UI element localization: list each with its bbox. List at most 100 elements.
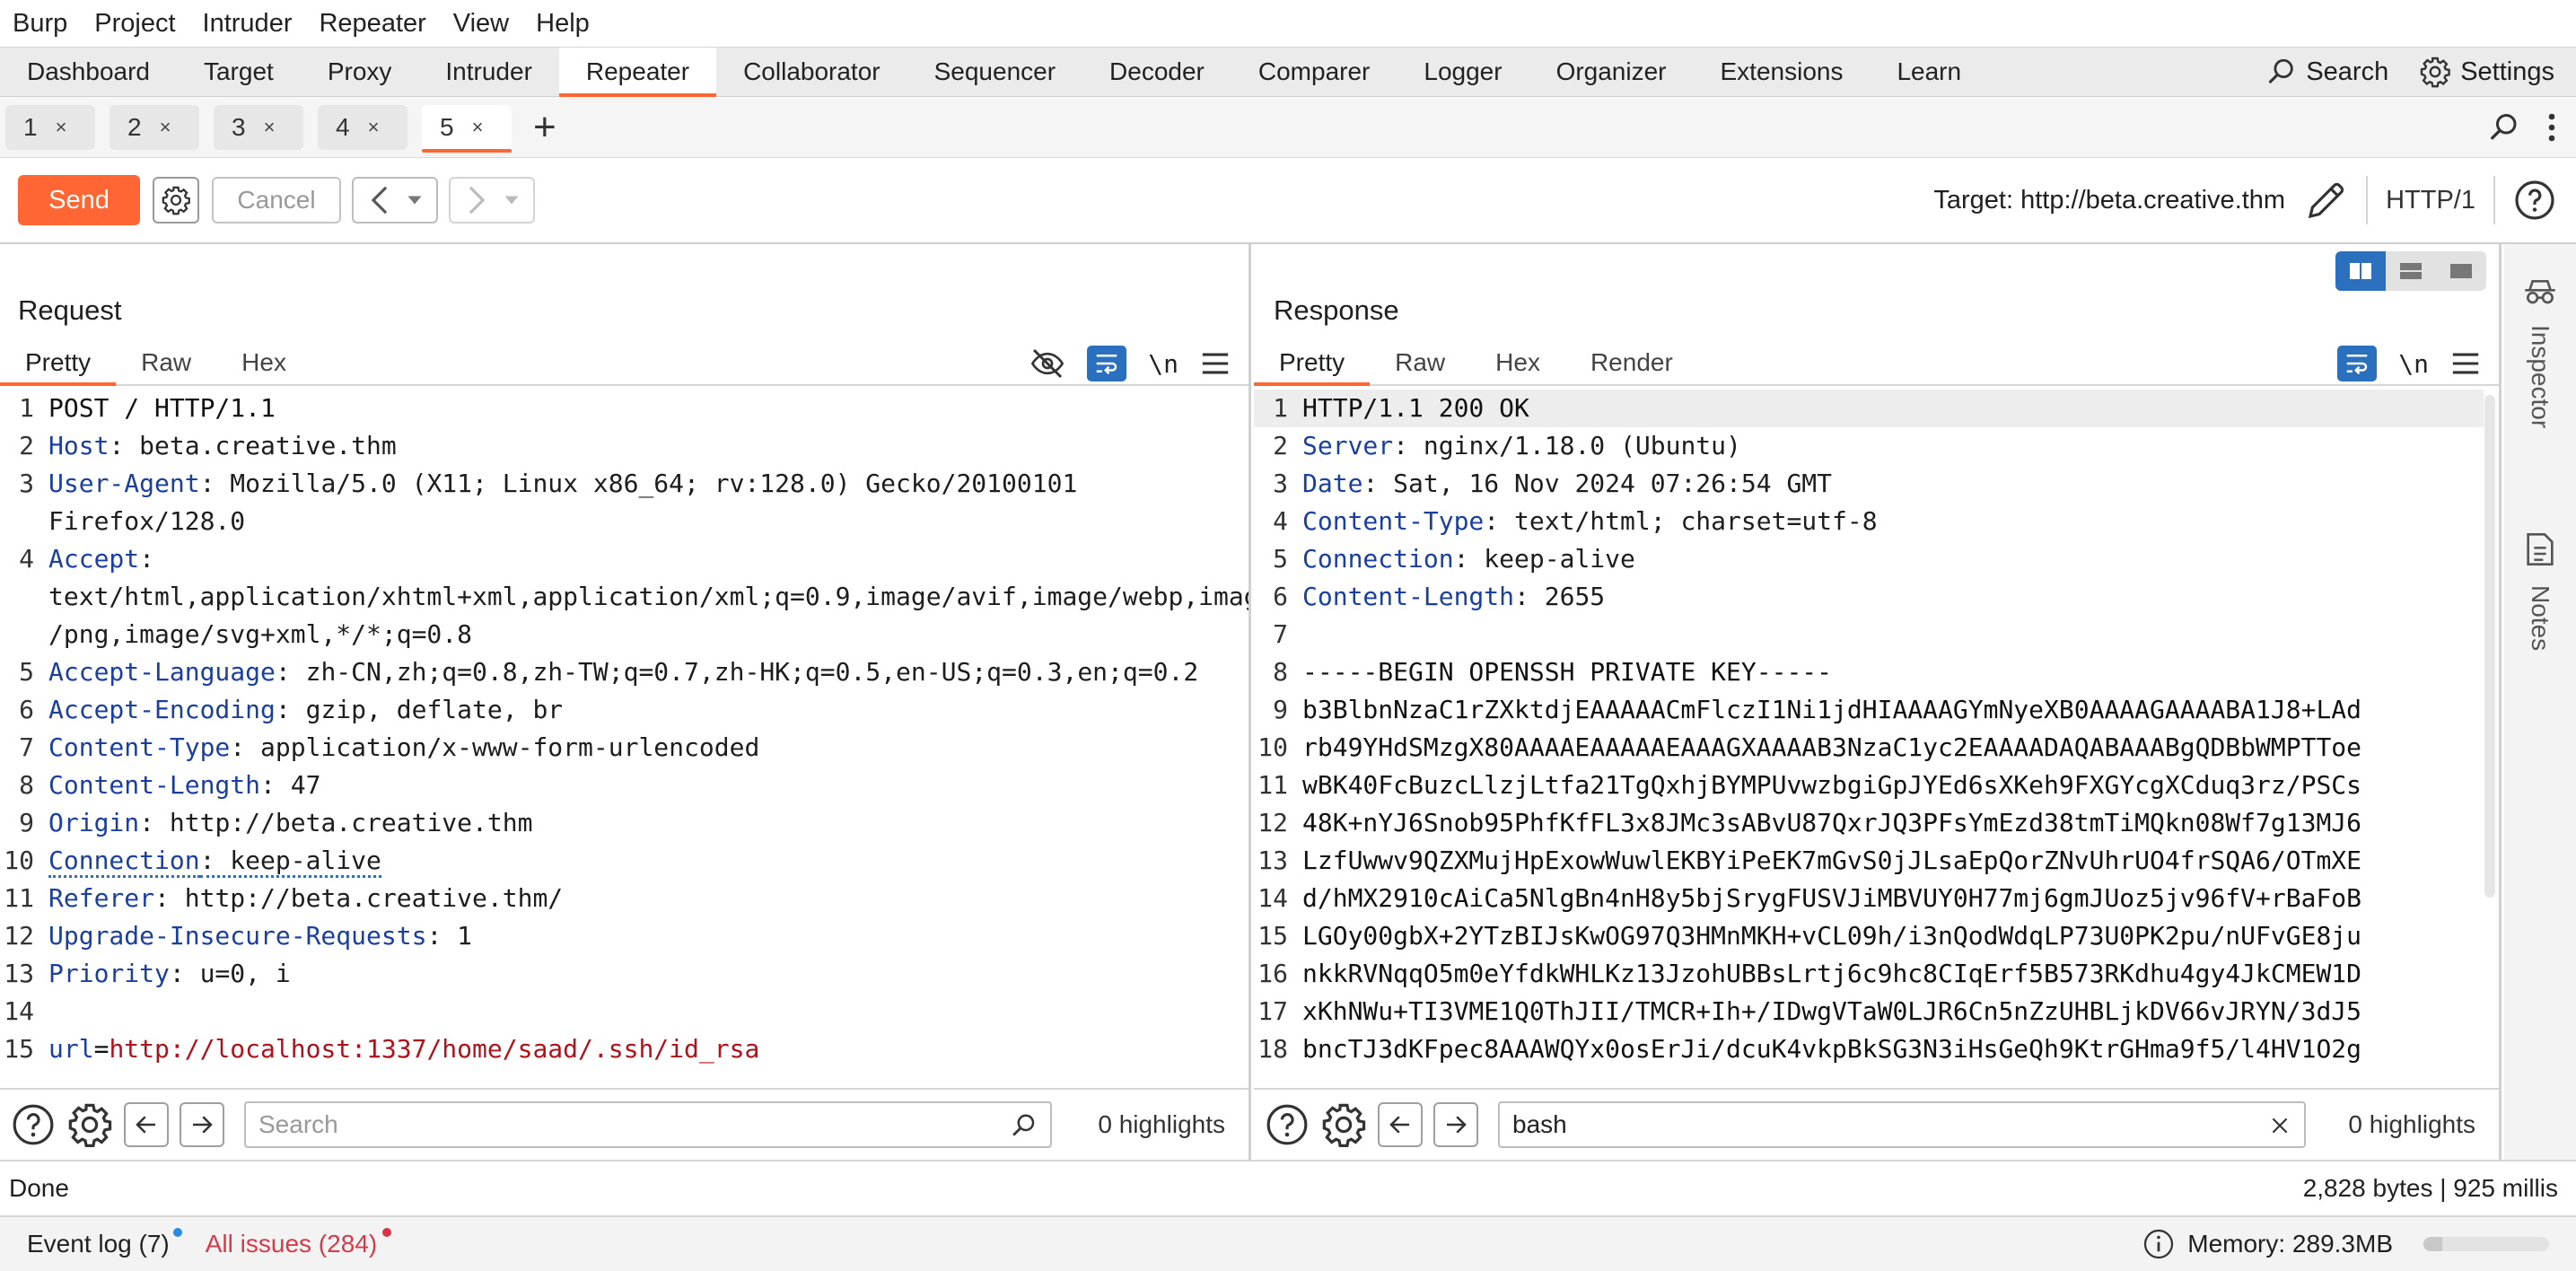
header-name: Content-Length — [48, 770, 261, 800]
menu-view[interactable]: View — [453, 9, 509, 39]
request-tab-raw[interactable]: Raw — [116, 341, 216, 384]
close-tab-icon[interactable]: × — [472, 116, 484, 139]
tab-dashboard[interactable]: Dashboard — [0, 48, 177, 96]
close-tab-icon[interactable]: × — [160, 116, 171, 139]
text-token: b3BlbnNzaC1rZXktdjEAAAAACmFlczI1Ni1jdHIA… — [1302, 695, 2362, 724]
code-line: 15 url=http://localhost:1337/home/saad/.s… — [0, 1030, 1249, 1066]
search-icon[interactable] — [2488, 111, 2520, 144]
response-search-input[interactable]: bash — [1498, 1101, 2306, 1148]
word-wrap-toggle[interactable] — [2337, 346, 2378, 381]
close-tab-icon[interactable]: × — [368, 116, 380, 139]
repeater-tab-3[interactable]: 3 × — [214, 104, 303, 150]
request-title: Request — [18, 294, 122, 326]
previous-match-button[interactable] — [1378, 1102, 1423, 1147]
tab-sequencer[interactable]: Sequencer — [907, 48, 1082, 96]
all-issues-button[interactable]: All issues (284) — [206, 1228, 392, 1258]
repeater-tab-2[interactable]: 2 × — [110, 104, 199, 150]
header-value: text/html,application/xhtml+xml,applicat… — [48, 582, 1249, 611]
line-number: 12 — [4, 921, 34, 951]
tab-repeater[interactable]: Repeater — [558, 48, 717, 97]
tab-proxy[interactable]: Proxy — [301, 48, 419, 96]
code-line: /png,image/svg+xml,*/*;q=0.8 — [0, 616, 1249, 653]
response-tab-pretty[interactable]: Pretty — [1254, 341, 1371, 386]
show-newlines-toggle[interactable]: \n — [1148, 349, 1178, 379]
hamburger-menu-icon[interactable] — [1200, 350, 1231, 377]
inspector-toggle[interactable]: Inspector — [2504, 276, 2576, 428]
previous-match-button[interactable] — [124, 1102, 169, 1147]
line-number: 10 — [4, 846, 34, 875]
line-number: 11 — [4, 883, 34, 913]
next-match-button[interactable] — [1433, 1102, 1478, 1147]
hamburger-menu-icon[interactable] — [2450, 350, 2481, 377]
repeater-tab-1[interactable]: 1 × — [5, 104, 95, 150]
tab-organizer[interactable]: Organizer — [1529, 48, 1694, 96]
response-scrollbar[interactable] — [2484, 395, 2495, 898]
layout-stacked-button[interactable] — [2386, 251, 2436, 291]
http-version-toggle[interactable]: HTTP/1 — [2386, 186, 2475, 215]
next-match-button[interactable] — [180, 1102, 224, 1147]
tab-extensions[interactable]: Extensions — [1694, 48, 1871, 96]
code-line: 3 Date: Sat, 16 Nov 2024 07:26:54 GMT — [1254, 465, 2484, 503]
menu-intruder[interactable]: Intruder — [203, 9, 293, 39]
tab-learn[interactable]: Learn — [1870, 48, 1988, 96]
cancel-button[interactable]: Cancel — [212, 177, 341, 224]
request-editor[interactable]: 1 POST / HTTP/1.1 2 Host: beta.creative.thm… — [0, 390, 1249, 1066]
send-button[interactable]: Send — [18, 175, 140, 225]
memory-label: Memory: 289.3MB — [2187, 1230, 2393, 1258]
close-tab-icon[interactable]: × — [56, 116, 67, 139]
response-tab-hex[interactable]: Hex — [1470, 341, 1565, 384]
header-name: Priority — [48, 959, 170, 988]
word-wrap-toggle[interactable] — [1087, 346, 1127, 381]
menu-project[interactable]: Project — [94, 9, 175, 39]
rows-layout-icon — [2400, 263, 2422, 279]
add-tab-button[interactable]: + — [533, 107, 556, 147]
code-line: 14 d/hMX2910cAiCa5NlgBn4nH8y5bjSrygFUSVJi… — [1254, 880, 2484, 917]
kebab-menu-icon[interactable] — [2547, 111, 2556, 144]
layout-side-by-side-button[interactable] — [2335, 251, 2386, 291]
help-icon[interactable] — [1265, 1102, 1310, 1147]
notes-toggle[interactable]: Notes — [2504, 531, 2576, 651]
menu-repeater[interactable]: Repeater — [319, 9, 425, 39]
line-content: Accept-Language: zh-CN,zh;q=0.8,zh-TW;q=… — [39, 653, 1198, 691]
help-icon[interactable] — [11, 1102, 56, 1147]
edit-pencil-icon[interactable] — [2305, 179, 2348, 222]
show-newlines-toggle[interactable]: \n — [2398, 349, 2429, 379]
arrow-left-icon — [136, 1116, 155, 1134]
text-token: LzfUwwv9QZXMujHpExowWuwlEKBYiPeEK7mGvS0j… — [1302, 846, 2362, 875]
gear-icon[interactable] — [1320, 1101, 1367, 1148]
help-icon[interactable] — [2513, 179, 2556, 222]
hide-eye-icon[interactable] — [1030, 346, 1065, 381]
repeater-tab-label: 3 — [232, 112, 246, 141]
tab-logger[interactable]: Logger — [1397, 48, 1529, 96]
response-tab-render[interactable]: Render — [1565, 341, 1698, 384]
global-settings-button[interactable]: Settings — [2419, 56, 2554, 88]
repeater-tab-4[interactable]: 4 × — [318, 104, 407, 150]
tab-intruder[interactable]: Intruder — [418, 48, 559, 96]
tab-target[interactable]: Target — [177, 48, 301, 96]
request-tab-hex[interactable]: Hex — [216, 341, 311, 384]
history-back-button[interactable] — [352, 177, 438, 224]
clear-x-icon[interactable] — [2268, 1114, 2291, 1137]
event-log-button[interactable]: Event log (7) — [27, 1228, 182, 1258]
response-tab-raw[interactable]: Raw — [1370, 341, 1470, 384]
code-line: 6 Content-Length: 2655 — [1254, 578, 2484, 616]
history-forward-button[interactable] — [449, 177, 535, 224]
tab-decoder[interactable]: Decoder — [1082, 48, 1231, 96]
request-search-input[interactable]: Search — [244, 1101, 1052, 1148]
response-editor[interactable]: 1 HTTP/1.1 200 OK 2 Server: nginx/1.18.0 (U… — [1254, 390, 2484, 1066]
layout-tabbed-button[interactable] — [2436, 251, 2486, 291]
global-settings-label: Settings — [2460, 57, 2554, 86]
repeater-tab-5[interactable]: 5 × — [422, 104, 512, 153]
request-tab-pretty[interactable]: Pretty — [0, 341, 117, 386]
send-settings-button[interactable] — [153, 177, 199, 224]
line-content: Accept: — [39, 540, 154, 578]
header-name: Accept — [48, 544, 140, 574]
menu-help[interactable]: Help — [536, 9, 590, 39]
close-tab-icon[interactable]: × — [264, 116, 276, 139]
code-line: 14 — [0, 993, 1249, 1030]
menu-burp[interactable]: Burp — [13, 9, 67, 39]
tab-collaborator[interactable]: Collaborator — [716, 48, 907, 96]
gear-icon[interactable] — [66, 1101, 113, 1148]
global-search-button[interactable]: Search — [2266, 57, 2388, 87]
tab-comparer[interactable]: Comparer — [1231, 48, 1397, 96]
